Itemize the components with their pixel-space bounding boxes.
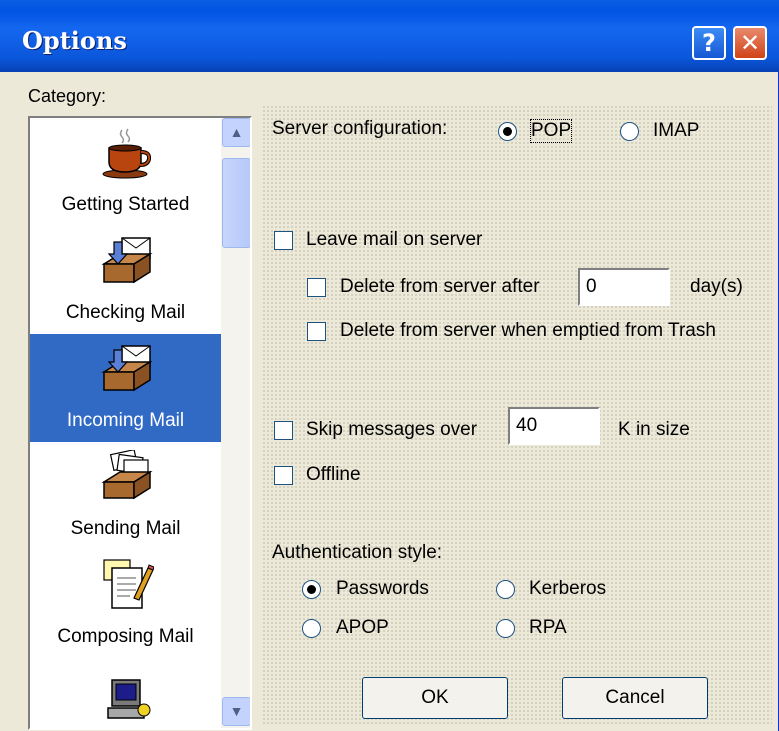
skip-messages-label[interactable]: Skip messages over (306, 419, 477, 441)
auth-style-label: Authentication style: (272, 542, 443, 563)
kerberos-label[interactable]: Kerberos (529, 578, 606, 600)
scroll-up-button[interactable]: ▲ (222, 118, 250, 147)
delete-days-input[interactable] (578, 268, 670, 306)
category-item-label: Composing Mail (57, 626, 194, 647)
category-item-label: Incoming Mail (66, 410, 185, 431)
skip-size-input[interactable] (508, 407, 600, 445)
close-x-icon: ✕ (739, 29, 761, 57)
category-item-sending-mail[interactable]: Sending Mail (30, 442, 221, 550)
category-item-incoming-mail[interactable]: Incoming Mail (30, 334, 221, 442)
help-button[interactable]: ? (692, 26, 726, 60)
category-item-checking-mail[interactable]: Checking Mail (30, 226, 221, 334)
passwords-radio[interactable] (302, 580, 321, 599)
computer-icon (107, 679, 151, 719)
outbox-tray-icon (101, 450, 153, 500)
scroll-thumb[interactable] (222, 158, 250, 248)
offline-checkbox[interactable] (274, 466, 293, 485)
leave-mail-label[interactable]: Leave mail on server (306, 229, 482, 251)
delete-after-label[interactable]: Delete from server after (340, 276, 540, 298)
leave-mail-checkbox[interactable] (274, 231, 293, 250)
category-item-partial[interactable] (30, 658, 221, 728)
question-mark-icon: ? (702, 29, 716, 57)
close-button[interactable]: ✕ (733, 26, 767, 60)
category-item-getting-started[interactable]: Getting Started (30, 118, 221, 226)
apop-radio[interactable] (302, 619, 321, 638)
category-item-label: Sending Mail (70, 518, 181, 539)
notepad-pencil-icon (103, 559, 154, 609)
imap-radio[interactable] (620, 122, 639, 141)
category-list[interactable]: Getting Started Checking Mail Incoming M… (28, 116, 252, 730)
size-unit-label: K in size (618, 419, 690, 440)
scroll-down-button[interactable]: ▼ (222, 697, 250, 726)
category-item-composing-mail[interactable]: Composing Mail (30, 550, 221, 658)
cancel-button[interactable]: Cancel (562, 677, 708, 719)
ok-button[interactable]: OK (362, 677, 508, 719)
delete-trash-label[interactable]: Delete from server when emptied from Tra… (340, 320, 716, 342)
chevron-up-icon: ▲ (229, 124, 244, 140)
kerberos-radio[interactable] (496, 580, 515, 599)
server-config-label: Server configuration: (272, 118, 448, 139)
pop-radio-label[interactable]: POP (529, 119, 573, 143)
rpa-radio[interactable] (496, 619, 515, 638)
delete-trash-checkbox[interactable] (307, 322, 326, 341)
category-item-label: Getting Started (61, 194, 190, 215)
imap-radio-label[interactable]: IMAP (653, 120, 699, 142)
skip-messages-checkbox[interactable] (274, 421, 293, 440)
delete-after-checkbox[interactable] (307, 278, 326, 297)
passwords-label[interactable]: Passwords (336, 578, 429, 600)
category-label: Category: (28, 86, 107, 106)
options-dialog: Options ? ✕ Category: Getting Started Ch… (0, 0, 779, 731)
pop-radio[interactable] (498, 122, 517, 141)
inbox-tray-icon (101, 345, 153, 392)
inbox-tray-icon (101, 237, 153, 284)
apop-label[interactable]: APOP (336, 617, 389, 639)
window-title: Options (22, 26, 127, 55)
chevron-down-icon: ▼ (229, 703, 244, 719)
title-bar[interactable]: Options ? ✕ (0, 0, 779, 72)
category-item-label: Checking Mail (65, 302, 186, 323)
rpa-label[interactable]: RPA (529, 617, 567, 639)
category-scrollbar[interactable]: ▲ ▼ (221, 118, 250, 728)
coffee-cup-icon (102, 128, 152, 179)
offline-label[interactable]: Offline (306, 464, 361, 486)
days-unit-label: day(s) (690, 276, 743, 297)
